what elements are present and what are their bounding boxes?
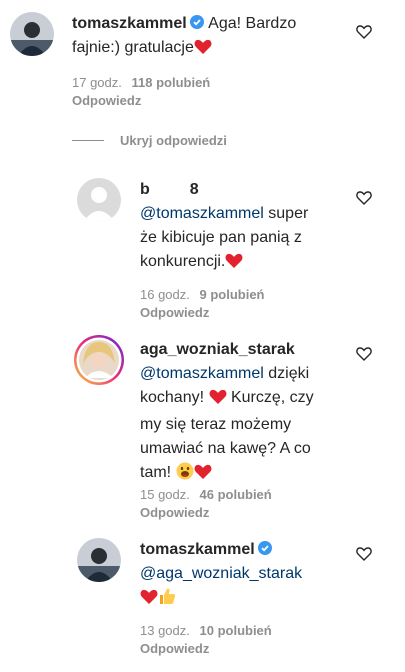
like-heart-icon[interactable] bbox=[356, 24, 372, 40]
comment-text: konkurencji. bbox=[140, 253, 226, 270]
comment-body: b 8 @tomaszkammel super że kibicuje pan … bbox=[140, 178, 355, 277]
comment-meta: 16 godz. 9 polubień bbox=[140, 286, 265, 304]
divider bbox=[72, 139, 104, 141]
comment-text: my się teraz możemy bbox=[140, 416, 292, 433]
hide-replies-button[interactable]: Ukryj odpowiedzi bbox=[120, 133, 227, 148]
comment-body: aga_wozniak_starak @tomaszkammel dzięki … bbox=[140, 338, 355, 488]
comment-username[interactable]: b 8 bbox=[140, 181, 199, 198]
avatar[interactable] bbox=[77, 538, 121, 582]
comment-meta: 15 godz. 46 polubień bbox=[140, 486, 272, 504]
comment-username[interactable]: aga_wozniak_starak bbox=[140, 341, 295, 358]
comment-text: fajnie:) gratulacje bbox=[72, 39, 194, 56]
comment-meta: 13 godz. 10 polubień bbox=[140, 622, 272, 640]
red-heart-emoji-icon bbox=[225, 253, 243, 277]
mention-link[interactable]: @tomaszkammel bbox=[140, 205, 264, 222]
comment-text: że kibicuje pan panią z bbox=[140, 229, 302, 246]
likes-count[interactable]: 118 polubień bbox=[132, 75, 211, 90]
reply-button[interactable]: Odpowiedz bbox=[72, 92, 141, 110]
comment-1: tomaszkammel Aga! Bardzo fajnie:) gratul… bbox=[0, 0, 405, 120]
avatar[interactable] bbox=[73, 334, 125, 386]
comment-time: 15 godz. bbox=[140, 487, 190, 502]
comment-username[interactable]: tomaszkammel bbox=[140, 541, 255, 558]
comment-body: tomaszkammel @aga_wozniak_starak bbox=[140, 538, 355, 613]
mention-link[interactable]: @tomaszkammel bbox=[140, 365, 264, 382]
red-heart-emoji-icon bbox=[194, 464, 212, 488]
comment-username[interactable]: tomaszkammel bbox=[72, 15, 187, 32]
reply-button[interactable]: Odpowiedz bbox=[140, 504, 209, 522]
reply-button[interactable]: Odpowiedz bbox=[140, 640, 209, 658]
comment-text: dzięki bbox=[263, 365, 310, 382]
verified-badge-icon bbox=[257, 539, 272, 555]
comment-body: tomaszkammel Aga! Bardzo fajnie:) gratul… bbox=[72, 12, 362, 63]
mention-link[interactable]: @aga_wozniak_starak bbox=[140, 565, 302, 582]
comment-text: super bbox=[263, 205, 309, 222]
like-heart-icon[interactable] bbox=[356, 546, 372, 562]
avatar[interactable] bbox=[10, 12, 54, 56]
reply-button[interactable]: Odpowiedz bbox=[140, 304, 209, 322]
comment-2: b 8 @tomaszkammel super że kibicuje pan … bbox=[0, 168, 405, 328]
likes-count[interactable]: 10 polubień bbox=[200, 623, 272, 638]
thumbs-up-emoji-icon bbox=[158, 587, 176, 613]
comment-text: tam! bbox=[140, 464, 172, 481]
comment-text: Aga! Bardzo bbox=[208, 15, 297, 32]
like-heart-icon[interactable] bbox=[356, 190, 372, 206]
comment-meta: 17 godz. 118 polubień bbox=[72, 74, 210, 92]
comment-time: 17 godz. bbox=[72, 75, 122, 90]
tongue-face-emoji-icon bbox=[176, 462, 194, 488]
red-heart-emoji-icon bbox=[209, 389, 227, 413]
likes-count[interactable]: 46 polubień bbox=[200, 487, 272, 502]
comment-text: Kurczę, czy bbox=[226, 389, 314, 406]
comment-text: umawiać na kawę? A co bbox=[140, 440, 311, 457]
comment-3: aga_wozniak_starak @tomaszkammel dzięki … bbox=[0, 330, 405, 530]
comment-4: tomaszkammel @aga_wozniak_starak 13 godz… bbox=[0, 532, 405, 672]
hide-replies-row: Ukryj odpowiedzi bbox=[72, 130, 227, 150]
red-heart-emoji-icon bbox=[140, 589, 158, 613]
avatar[interactable] bbox=[77, 178, 121, 222]
comment-time: 13 godz. bbox=[140, 623, 190, 638]
verified-badge-icon bbox=[189, 13, 204, 29]
comment-text: kochany! bbox=[140, 389, 205, 406]
red-heart-emoji-icon bbox=[194, 39, 212, 63]
comment-time: 16 godz. bbox=[140, 287, 190, 302]
like-heart-icon[interactable] bbox=[356, 346, 372, 362]
likes-count[interactable]: 9 polubień bbox=[200, 287, 265, 302]
